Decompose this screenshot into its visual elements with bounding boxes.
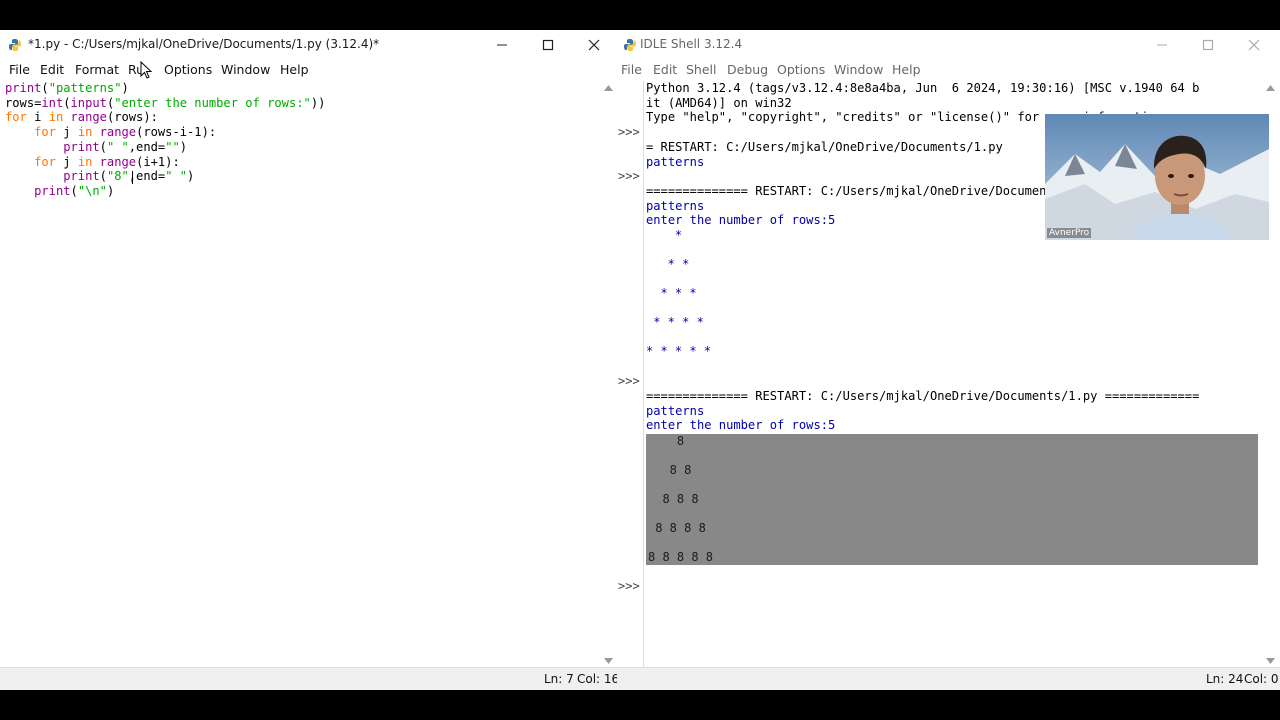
col-indicator: Col: 16	[577, 672, 617, 686]
line-indicator: Ln: 24	[1206, 672, 1244, 686]
star-row: * * * *	[646, 315, 704, 329]
menu-options[interactable]: Options	[164, 62, 212, 77]
scroll-down-icon[interactable]	[604, 658, 613, 664]
code-line: print("8",end=" ")	[63, 169, 195, 184]
webcam-image	[1045, 114, 1269, 240]
shell-menubar: File Edit Shell Debug Options Window Hel…	[617, 60, 1280, 80]
menu-window[interactable]: Window	[834, 62, 883, 77]
shell-prompt: >>>	[618, 579, 640, 593]
shell-statusbar: Ln: 24 Col: 0	[617, 667, 1280, 690]
selected-output[interactable]: 8 8 8 8 8 8 8 8 8 8 8 8 8 8 8	[646, 434, 1258, 565]
menu-edit[interactable]: Edit	[40, 62, 64, 77]
code-editor[interactable]: print("patterns") rows=int(input("enter …	[0, 81, 600, 668]
editor-title: *1.py - C:/Users/mjkal/OneDrive/Document…	[28, 37, 380, 51]
eight-row: 8 8 8 8	[648, 521, 706, 535]
python-icon	[624, 39, 636, 51]
menu-options[interactable]: Options	[777, 62, 825, 77]
menu-file[interactable]: File	[621, 62, 642, 77]
maximize-button[interactable]	[525, 30, 571, 60]
output-line: patterns	[646, 154, 705, 169]
python-icon	[9, 39, 21, 51]
maximize-icon	[542, 39, 554, 51]
code-line: print("patterns")	[5, 81, 129, 95]
restart-line: ============== RESTART: C:/Users/mjkal/O…	[646, 389, 1200, 403]
minimize-button[interactable]	[1139, 30, 1185, 60]
eight-row: 8 8 8 8 8	[648, 550, 714, 564]
star-row: *	[646, 228, 683, 242]
text-cursor	[132, 171, 133, 184]
menu-shell[interactable]: Shell	[686, 62, 717, 77]
shell-title: IDLE Shell 3.12.4	[640, 37, 743, 51]
screen-border	[0, 690, 1280, 720]
menu-file[interactable]: File	[9, 62, 30, 77]
editor-window: *1.py - C:/Users/mjkal/OneDrive/Document…	[0, 30, 617, 690]
close-icon	[1248, 39, 1260, 51]
menu-format[interactable]: Format	[75, 62, 119, 77]
scroll-down-icon[interactable]	[1266, 658, 1275, 664]
scroll-up-icon[interactable]	[1266, 85, 1275, 91]
prompt-gutter: >>> >>> >>> >>>	[617, 81, 644, 668]
star-row: * *	[646, 257, 690, 271]
menu-help[interactable]: Help	[280, 62, 309, 77]
editor-titlebar[interactable]: *1.py - C:/Users/mjkal/OneDrive/Document…	[0, 30, 617, 60]
line-indicator: Ln: 7	[544, 672, 574, 686]
output-line: patterns	[646, 403, 705, 418]
eight-row: 8 8	[648, 463, 692, 477]
output-line: patterns	[646, 198, 705, 213]
webcam-label: AvnerPro	[1047, 228, 1092, 238]
code-line: print("\n")	[34, 183, 115, 198]
menu-help[interactable]: Help	[892, 62, 921, 77]
shell-prompt: >>>	[618, 125, 640, 139]
star-row: * * * * *	[646, 344, 712, 358]
restart-line: = RESTART: C:/Users/mjkal/OneDrive/Docum…	[646, 139, 1003, 154]
shell-titlebar[interactable]: IDLE Shell 3.12.4	[617, 30, 1280, 60]
maximize-icon	[1202, 39, 1214, 51]
shell-header-line: Python 3.12.4 (tags/v3.12.4:8e8a4ba, Jun…	[646, 81, 1200, 95]
webcam-overlay: AvnerPro	[1045, 114, 1269, 240]
code-line: for j in range(i+1):	[34, 154, 180, 169]
menu-debug[interactable]: Debug	[727, 62, 768, 77]
eight-row: 8	[648, 434, 685, 448]
close-button[interactable]	[571, 30, 617, 60]
close-icon	[588, 39, 600, 51]
output-line: enter the number of rows:5	[646, 418, 836, 433]
mouse-cursor-icon	[140, 61, 153, 79]
menu-window[interactable]: Window	[221, 62, 270, 77]
editor-menubar: File Edit Format Run Options Window Help	[0, 60, 617, 80]
shell-prompt: >>>	[618, 374, 640, 388]
code-line: for i in range(rows):	[5, 110, 158, 125]
menu-edit[interactable]: Edit	[653, 62, 677, 77]
eight-row: 8 8 8	[648, 492, 699, 506]
star-row: * * *	[646, 286, 697, 300]
col-indicator: Col: 0	[1244, 672, 1279, 686]
shell-prompt: >>>	[618, 169, 640, 183]
minimize-icon	[497, 44, 507, 46]
editor-scrollbar[interactable]	[600, 81, 617, 668]
code-line: print(" ",end="")	[63, 139, 188, 154]
minimize-icon	[1157, 44, 1167, 46]
scroll-up-icon[interactable]	[604, 85, 613, 91]
maximize-button[interactable]	[1185, 30, 1231, 60]
editor-statusbar: Ln: 7 Col: 16	[0, 667, 617, 690]
minimize-button[interactable]	[479, 30, 525, 60]
close-button[interactable]	[1231, 30, 1277, 60]
output-line: enter the number of rows:5	[646, 213, 836, 228]
code-line: for j in range(rows-i-1):	[34, 125, 217, 140]
code-line: rows=int(input("enter the number of rows…	[5, 95, 326, 110]
shell-header-line: it (AMD64)] on win32	[646, 95, 792, 110]
